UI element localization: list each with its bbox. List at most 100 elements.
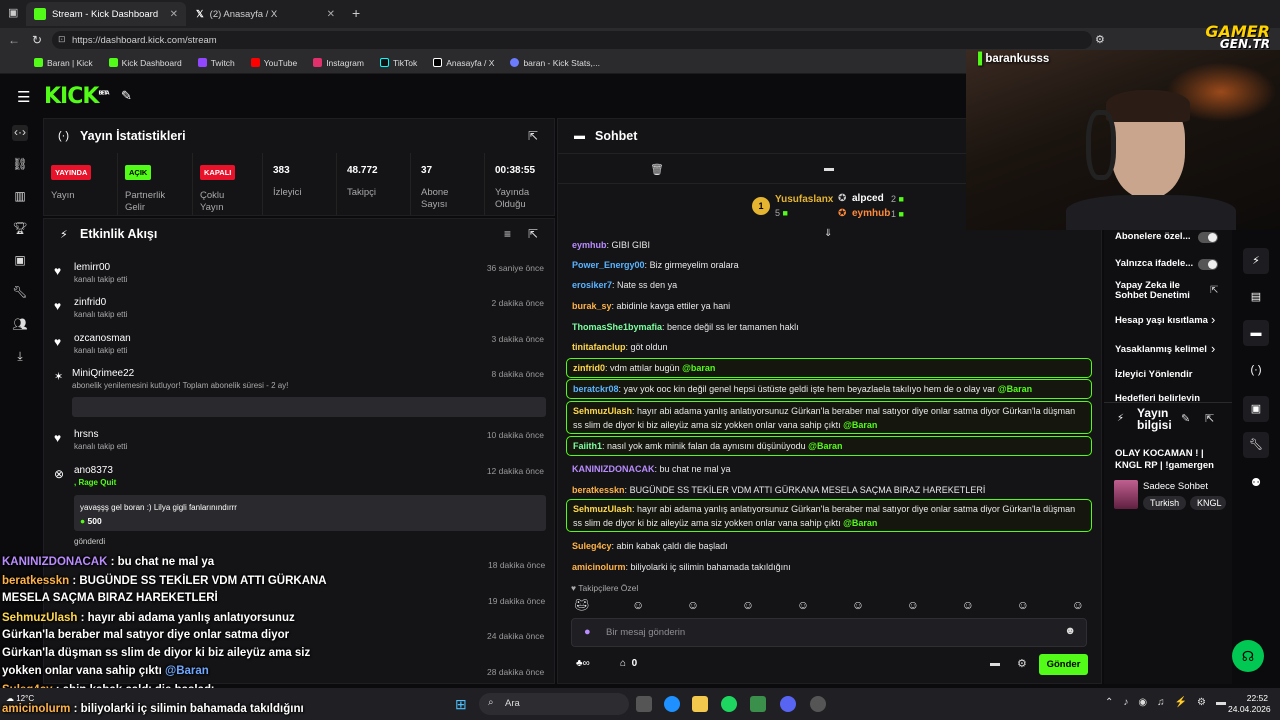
trash-icon[interactable]: 🗑︎: [650, 163, 664, 176]
leaderboard-user[interactable]: Yusufaslanx: [775, 194, 833, 205]
emotes-only-toggle[interactable]: [1198, 259, 1218, 270]
reload-icon[interactable]: ↻: [32, 33, 42, 47]
bookmark-x[interactable]: Anasayfa / X: [433, 58, 494, 68]
taskbar-search[interactable]: ⌕ Ara: [479, 693, 629, 715]
wrench-nav-icon[interactable]: 🔧︎: [12, 285, 28, 301]
category-thumbnail[interactable]: [1114, 480, 1138, 509]
emote-icon[interactable]: ☺: [742, 598, 754, 616]
emote-icon[interactable]: ☺: [687, 598, 699, 616]
popout-icon[interactable]: ⇱: [528, 227, 538, 241]
kick-app-icon[interactable]: [750, 696, 766, 712]
notes-icon[interactable]: ▤: [1243, 284, 1269, 310]
emote-icon[interactable]: ☺: [797, 598, 809, 616]
emote-icon[interactable]: ☺: [907, 598, 919, 616]
new-tab-icon[interactable]: +: [352, 5, 360, 21]
gift-sent-label: gönderdi: [74, 537, 106, 546]
stream-tag[interactable]: KNGL: [1190, 496, 1226, 510]
taskbar-clock[interactable]: 22:52 24.04.2026: [1228, 693, 1271, 715]
users-nav-icon[interactable]: 👥︎: [12, 317, 28, 333]
activity-user[interactable]: MiniQrimee22: [72, 368, 134, 379]
activity-toggle-icon[interactable]: ⚡︎: [1243, 248, 1269, 274]
emote-icon[interactable]: ☺: [852, 598, 864, 616]
stream-nav-icon[interactable]: ‹·›: [12, 125, 28, 141]
loyalty-icon[interactable]: ♣∞: [576, 658, 590, 669]
setting-viewer-redirect[interactable]: İzleyici Yönlendir: [1115, 369, 1192, 380]
stream-info-title: Yayın bilgisi: [1137, 406, 1172, 432]
tab-actions-icon[interactable]: ▣: [8, 6, 18, 19]
heart-icon: ♥: [54, 431, 62, 445]
site-info-icon[interactable]: ⊡: [58, 34, 66, 45]
chat-input[interactable]: ● Bir mesaj gönderin ☻: [571, 618, 1087, 647]
mic-icon[interactable]: ●: [584, 626, 591, 638]
tools-icon[interactable]: ✎: [121, 88, 132, 104]
emote-icon[interactable]: ☺: [1017, 598, 1029, 616]
popout-icon[interactable]: ⇱: [528, 129, 538, 143]
windows-start-icon[interactable]: ⊞: [455, 696, 471, 712]
activity-user[interactable]: zinfrid0: [74, 297, 106, 308]
leaderboard-user[interactable]: alpced: [852, 193, 884, 204]
url-input[interactable]: ⊡ https://dashboard.kick.com/stream: [52, 31, 1092, 49]
activity-user[interactable]: ano8373: [74, 465, 113, 476]
bookmark-kick-stats[interactable]: baran - Kick Stats,...: [510, 58, 600, 68]
layout-icon[interactable]: ▣: [1243, 396, 1269, 422]
link-nav-icon[interactable]: ⛓: [12, 157, 28, 173]
activity-user[interactable]: lemirr00: [74, 262, 110, 273]
setting-goals[interactable]: Hedefleri belirleyin: [1115, 393, 1200, 401]
activity-user[interactable]: hrsns: [74, 429, 98, 440]
broadcast-toggle-icon[interactable]: (·): [1243, 357, 1269, 383]
bookmark-kick-dashboard[interactable]: Kick Dashboard: [108, 58, 182, 68]
chevron-right-icon[interactable]: ›: [1211, 312, 1215, 327]
system-tray-icons[interactable]: ⌃♪◉♫⚡⚙▬: [1105, 697, 1236, 708]
setting-banned-words[interactable]: Yasaklanmış kelimel: [1115, 344, 1207, 355]
bookmark-twitch[interactable]: Twitch: [197, 58, 235, 68]
leaderboard-user[interactable]: eymhub: [852, 208, 890, 219]
popout-icon[interactable]: ⇱: [1205, 412, 1214, 425]
task-view-icon[interactable]: [636, 696, 652, 712]
close-tab-icon[interactable]: ✕: [327, 9, 335, 20]
kick-logo[interactable]: KICKBETA: [44, 84, 110, 109]
extensions-icon[interactable]: ⚙: [1095, 33, 1105, 46]
trophy-nav-icon[interactable]: 🏆︎: [12, 221, 28, 237]
obs-icon[interactable]: [810, 696, 826, 712]
emote-icon[interactable]: ☺: [1072, 598, 1084, 616]
stream-tag[interactable]: Turkish: [1143, 496, 1187, 510]
emote-icon[interactable]: ☺: [632, 598, 644, 616]
emoji-icon[interactable]: ☻: [1064, 625, 1076, 637]
external-link-icon[interactable]: ⇱: [1210, 285, 1218, 296]
edit-icon[interactable]: ✎: [1181, 412, 1190, 425]
menu-icon[interactable]: ☰: [17, 88, 30, 106]
chat-bubble-icon[interactable]: ▬: [824, 163, 834, 174]
back-icon[interactable]: ←: [8, 33, 20, 47]
emote-icon[interactable]: ☺: [962, 598, 974, 616]
spotify-icon[interactable]: [721, 696, 737, 712]
activity-user[interactable]: ozcanosman: [74, 333, 131, 344]
close-tab-icon[interactable]: ✕: [170, 9, 178, 20]
weather-widget[interactable]: ☁ 12°C: [6, 694, 34, 703]
setting-account-age[interactable]: Hesap yaşı kısıtlama: [1115, 315, 1208, 326]
bookmark-baran-kick[interactable]: Baran | Kick: [34, 58, 93, 68]
community-icon[interactable]: ⚉: [1243, 470, 1269, 496]
discord-icon[interactable]: [780, 696, 796, 712]
subscribers-only-toggle[interactable]: [1198, 232, 1218, 243]
send-button[interactable]: Gönder: [1039, 654, 1088, 675]
edge-icon[interactable]: [664, 696, 680, 712]
emote-icon[interactable]: 🐸︎: [574, 598, 589, 616]
filter-icon[interactable]: ≡: [504, 227, 511, 241]
chat-menu-icon[interactable]: ▬: [990, 658, 1000, 669]
bookmark-instagram[interactable]: Instagram: [313, 58, 364, 68]
support-icon[interactable]: ☊: [1232, 640, 1264, 672]
chevron-right-icon[interactable]: ›: [1211, 341, 1215, 356]
analytics-nav-icon[interactable]: ▥: [12, 189, 28, 205]
wrench-icon[interactable]: 🔧︎: [1243, 432, 1269, 458]
bookmark-youtube[interactable]: YouTube: [250, 58, 297, 68]
setting-ai-moderation[interactable]: Yapay Zeka ile Sohbet Denetimi: [1115, 281, 1205, 301]
tab-x-home[interactable]: 𝕏 (2) Anasayfa / X ✕: [188, 2, 343, 26]
video-nav-icon[interactable]: ▣: [12, 253, 28, 269]
chat-toggle-icon[interactable]: ▬: [1243, 320, 1269, 346]
settings-gear-icon[interactable]: ⚙: [1017, 657, 1027, 670]
bookmark-tiktok[interactable]: TikTok: [379, 58, 417, 68]
file-explorer-icon[interactable]: [692, 696, 708, 712]
stream-category[interactable]: Sadece Sohbet: [1143, 481, 1208, 492]
tab-kick-dashboard[interactable]: Stream - Kick Dashboard ✕: [26, 2, 186, 26]
download-nav-icon[interactable]: ⤓: [12, 349, 28, 365]
